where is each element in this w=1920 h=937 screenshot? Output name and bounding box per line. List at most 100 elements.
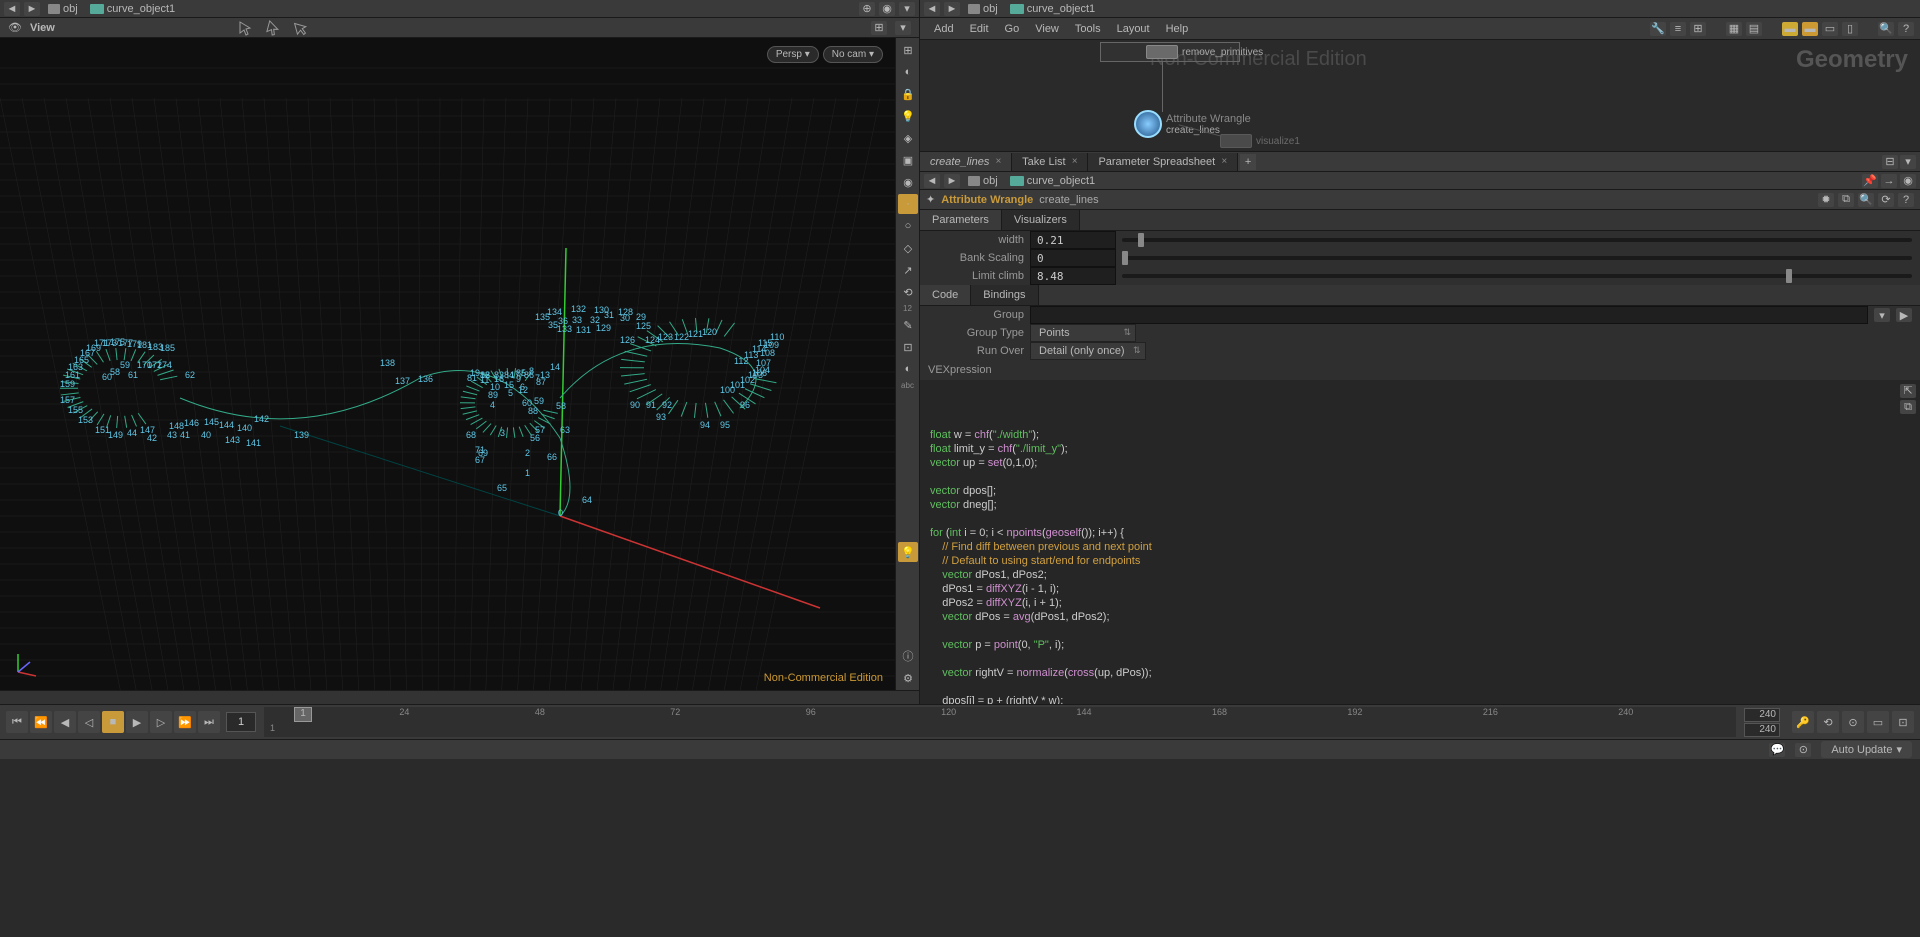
toggle-7[interactable]: ✎ [898, 315, 918, 335]
grid-icon[interactable]: ▦ [1726, 22, 1742, 36]
ne-bc-node[interactable]: curve_object1 [1006, 3, 1100, 15]
note-icon[interactable]: ▬ [1802, 22, 1818, 36]
info-icon[interactable]: ⓘ [898, 646, 918, 666]
last-frame-button[interactable]: ⏭ [198, 711, 220, 733]
help2-icon[interactable]: ? [1898, 193, 1914, 207]
subtab-visualizers[interactable]: Visualizers [1002, 210, 1080, 230]
toggle-5[interactable]: ↗ [898, 260, 918, 280]
gear-icon[interactable]: ⚙ [898, 668, 918, 688]
p-back[interactable]: ◄ [924, 174, 940, 188]
cam-badge[interactable]: No cam ▾ [823, 46, 883, 63]
step-fwd-button[interactable]: ▷ [150, 711, 172, 733]
menu-button[interactable]: ▾ [899, 2, 915, 16]
expand-icon[interactable]: ⇱ [1900, 384, 1916, 398]
first-frame-button[interactable]: ⏮ [6, 711, 28, 733]
close-icon[interactable]: × [1221, 156, 1227, 167]
bc-obj[interactable]: obj [44, 3, 82, 15]
prev-key-button[interactable]: ⏪ [30, 711, 52, 733]
menu-go[interactable]: Go [997, 20, 1028, 38]
network-editor[interactable]: Geometry Non-Commercial Edition remove_p… [920, 40, 1920, 152]
realtime-icon[interactable]: ⊙ [1842, 711, 1864, 733]
play-button[interactable]: ▶ [126, 711, 148, 733]
list-icon[interactable]: ≡ [1670, 22, 1686, 36]
p-bc-obj[interactable]: obj [964, 175, 1002, 187]
range-icon[interactable]: ⊡ [1892, 711, 1914, 733]
reload-icon[interactable]: ⟳ [1878, 193, 1894, 207]
filter-icon[interactable]: ⧉ [1838, 193, 1854, 207]
node-visualize[interactable]: visualize1 [1220, 134, 1300, 148]
search2-icon[interactable]: 🔍 [1858, 193, 1874, 207]
vp-menu-button[interactable]: ▾ [895, 21, 911, 35]
ne-back[interactable]: ◄ [924, 2, 940, 16]
auto-update-button[interactable]: Auto Update▾ [1821, 741, 1912, 758]
axis-gizmo[interactable] [10, 650, 40, 680]
toggle-1[interactable]: ◐ [898, 62, 918, 82]
node-remove-primitives[interactable]: remove_primitives [1146, 45, 1263, 59]
viewport-3d[interactable]: 0123456789101112131415161718195657585960… [0, 38, 919, 690]
menu-layout[interactable]: Layout [1109, 20, 1158, 38]
bank-input[interactable] [1030, 249, 1116, 267]
tree-icon[interactable]: ⊞ [1690, 22, 1706, 36]
width-input[interactable] [1030, 231, 1116, 249]
pin-button[interactable]: ⊕ [859, 2, 875, 16]
jump-icon[interactable]: → [1881, 174, 1897, 188]
ne-fwd[interactable]: ► [944, 2, 960, 16]
select-tool[interactable] [236, 19, 254, 37]
stop-button[interactable]: ■ [102, 711, 124, 733]
menu-tools[interactable]: Tools [1067, 20, 1109, 38]
vp-max-button[interactable]: ⊞ [871, 21, 887, 35]
node-name-field[interactable]: create_lines [1039, 194, 1098, 206]
toggle-2[interactable]: ◉ [898, 172, 918, 192]
group-input[interactable] [1030, 306, 1868, 324]
p-fwd[interactable]: ► [944, 174, 960, 188]
ne-bc-obj[interactable]: obj [964, 3, 1002, 15]
close-icon[interactable]: × [1072, 156, 1078, 167]
pane-max-icon[interactable]: ⊟ [1882, 155, 1898, 169]
group-picker-icon[interactable]: ▾ [1874, 308, 1890, 322]
p-bc-node[interactable]: curve_object1 [1006, 175, 1100, 187]
external-icon[interactable]: ⧉ [1900, 400, 1916, 414]
move-tool[interactable] [264, 19, 282, 37]
cube-icon[interactable]: ▣ [898, 150, 918, 170]
subtab-bindings[interactable]: Bindings [971, 285, 1038, 305]
bc-node[interactable]: curve_object1 [86, 3, 180, 15]
menu-help[interactable]: Help [1158, 20, 1197, 38]
limit-input[interactable] [1030, 267, 1116, 285]
next-key-button[interactable]: ⏩ [174, 711, 196, 733]
clock-icon[interactable]: ⊙ [1795, 743, 1811, 757]
tab-take-list[interactable]: Take List× [1012, 153, 1088, 171]
nav-fwd-button[interactable]: ► [24, 2, 40, 16]
sticky-icon[interactable]: ▬ [1782, 22, 1798, 36]
persp-badge[interactable]: Persp ▾ [767, 46, 819, 63]
help-icon[interactable]: ? [1898, 22, 1914, 36]
toggle-6[interactable]: ⟲ [898, 282, 918, 302]
audio-icon[interactable]: ▭ [1867, 711, 1889, 733]
menu-edit[interactable]: Edit [962, 20, 997, 38]
lock-icon[interactable]: 🔒 [898, 84, 918, 104]
pin-icon[interactable]: 📌 [1862, 174, 1878, 188]
loop-icon[interactable]: ⟲ [1817, 711, 1839, 733]
font-size-label[interactable]: 12 [898, 304, 917, 313]
pane-menu-icon[interactable]: ▾ [1900, 155, 1916, 169]
gtype-dropdown[interactable]: Points [1030, 324, 1136, 342]
stack-icon[interactable]: ▯ [1842, 22, 1858, 36]
search-icon[interactable]: 🔍 [1878, 22, 1894, 36]
abc-label[interactable]: abc [898, 381, 917, 390]
global-end[interactable]: 240 [1744, 723, 1780, 737]
toggle-9[interactable]: ◐ [898, 359, 918, 379]
playhead[interactable]: 1 [294, 707, 312, 722]
toggle-3[interactable]: ○ [898, 216, 918, 236]
grid2-icon[interactable]: ▤ [1746, 22, 1762, 36]
runover-dropdown[interactable]: Detail (only once) [1030, 342, 1146, 360]
subtab-parameters[interactable]: Parameters [920, 210, 1002, 230]
wrench-icon[interactable]: 🔧 [1650, 22, 1666, 36]
width-slider[interactable] [1122, 238, 1912, 242]
frame-input[interactable] [226, 712, 256, 732]
menu-view[interactable]: View [1027, 20, 1067, 38]
link2-icon[interactable]: ◉ [1900, 174, 1916, 188]
timeline-track[interactable]: 1 1 24487296120144168192216240 [264, 707, 1736, 737]
ghost-icon[interactable]: ◈ [898, 128, 918, 148]
bulb-toggle[interactable]: 💡 [898, 542, 918, 562]
light-icon[interactable]: 💡 [898, 106, 918, 126]
play-back-button[interactable]: ◁ [78, 711, 100, 733]
